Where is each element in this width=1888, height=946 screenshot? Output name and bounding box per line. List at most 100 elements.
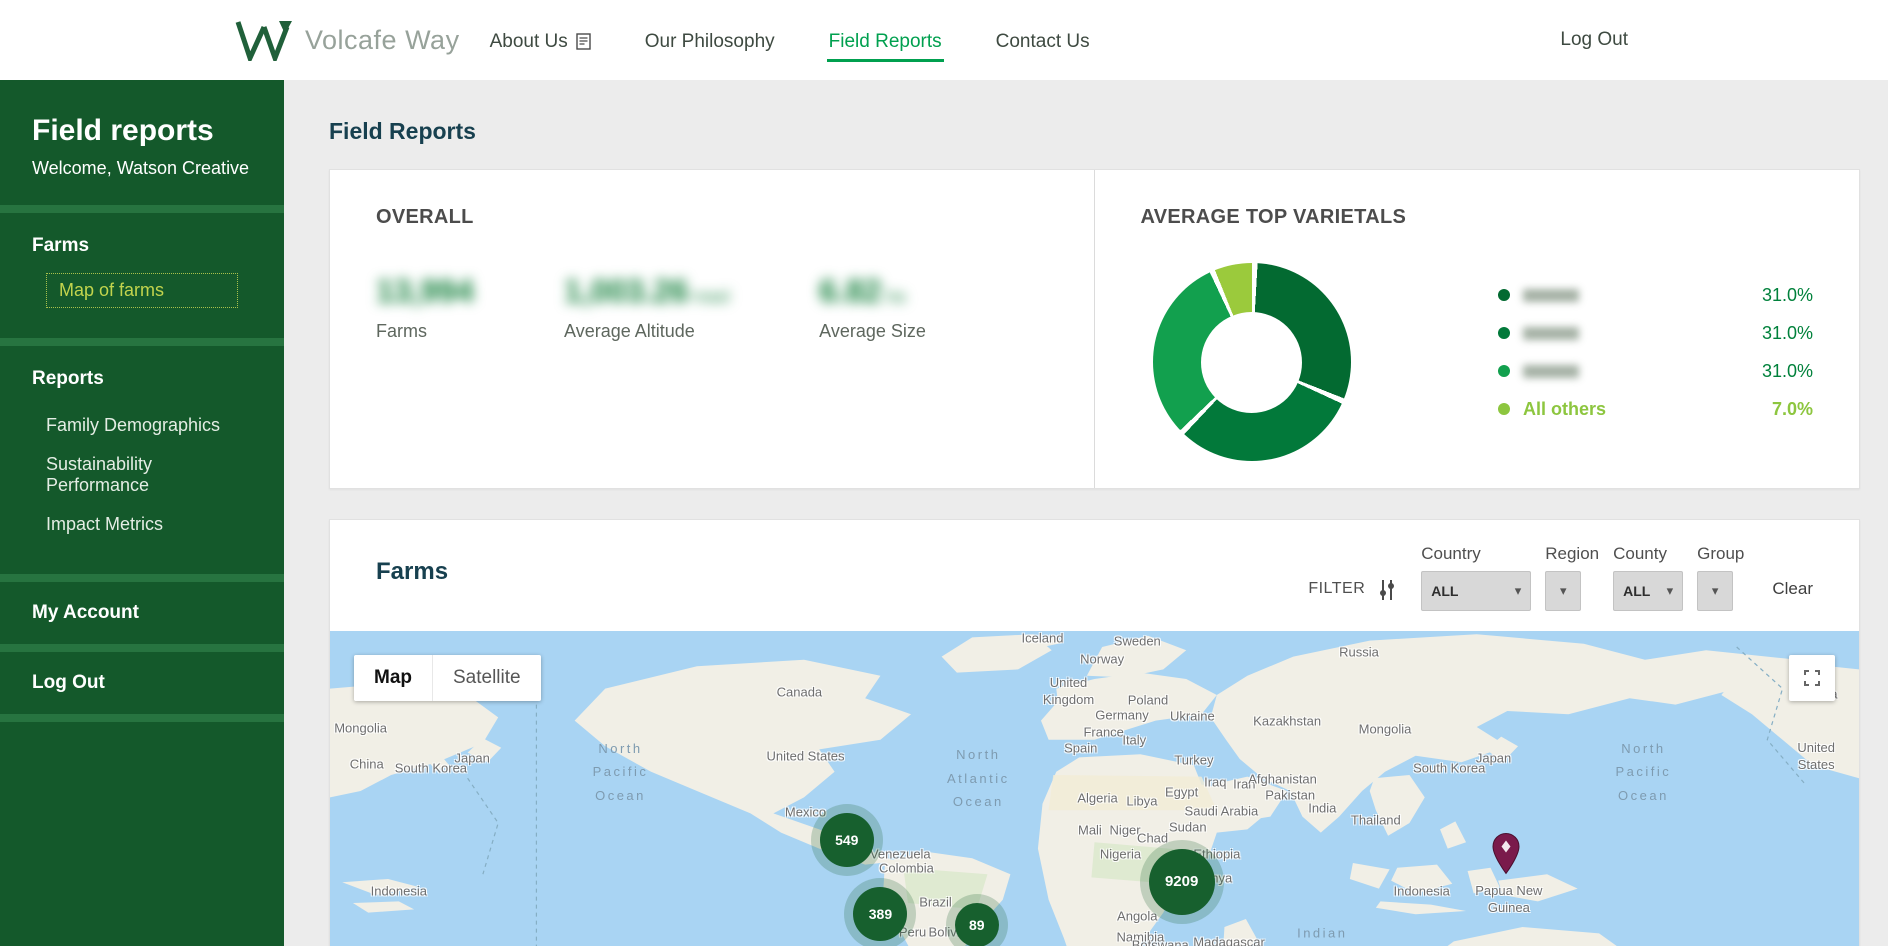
- filter-county: County ALL ▾: [1613, 544, 1683, 611]
- legend-row: 31.0%: [1498, 324, 1813, 342]
- world-map[interactable]: IcelandSwedenNorwayRussiaCanadaCanadaUni…: [330, 631, 1859, 946]
- fullscreen-button[interactable]: [1789, 655, 1835, 701]
- filter-region: Region ▾: [1545, 544, 1599, 611]
- map-cluster-marker[interactable]: 9209: [1149, 849, 1215, 915]
- filter-group-label: Group: [1697, 544, 1744, 564]
- varietals-panel: AVERAGE TOP VARIETALS 31.0% 31.0%: [1095, 170, 1860, 488]
- filter-group: Group ▾: [1697, 544, 1744, 611]
- legend-dot-icon: [1498, 327, 1510, 339]
- sidebar-divider: [0, 714, 284, 722]
- sidebar-title: Field reports: [0, 80, 284, 158]
- sidebar-spacer: [0, 544, 284, 574]
- map-pin-marker[interactable]: [1491, 832, 1521, 879]
- varietals-donut-chart: [1153, 263, 1351, 461]
- group-select[interactable]: ▾: [1697, 571, 1733, 611]
- filter-county-label: County: [1613, 544, 1683, 564]
- nav-about-us-label: About Us: [490, 31, 568, 53]
- map-filters: FILTER Country ALL ▾ Region: [1308, 544, 1813, 611]
- sidebar-divider: [0, 644, 284, 652]
- map-type-map-button[interactable]: Map: [354, 655, 432, 701]
- chevron-down-icon: ▾: [1515, 583, 1522, 599]
- legend-dot-icon: [1498, 365, 1510, 377]
- stat-average-size-label: Average Size: [819, 321, 926, 342]
- filter-sliders-icon: [1377, 579, 1397, 601]
- filter-country-label: Country: [1421, 544, 1531, 564]
- top-navigation-bar: Volcafe Way About Us Our Philosophy Fiel…: [0, 0, 1888, 80]
- filter-region-label: Region: [1545, 544, 1599, 564]
- overview-card: OVERALL 13,994 Farms 1,003.26masl Averag…: [329, 169, 1860, 489]
- legend-row: 31.0%: [1498, 362, 1813, 380]
- brand-logo[interactable]: Volcafe Way: [235, 19, 460, 61]
- chevron-down-icon: ▾: [1667, 583, 1674, 599]
- legend-dot-icon: [1498, 289, 1510, 301]
- map-type-control: Map Satellite: [354, 655, 541, 701]
- about-us-doc-icon: [576, 33, 591, 50]
- nav-field-reports[interactable]: Field Reports: [827, 23, 944, 62]
- legend-dot-icon: [1498, 403, 1510, 415]
- legend-label: [1523, 289, 1579, 302]
- fullscreen-icon: [1802, 668, 1822, 688]
- sidebar-item-map-of-farms[interactable]: Map of farms: [46, 273, 238, 308]
- stat-average-altitude: 1,003.26masl Average Altitude: [564, 275, 819, 342]
- sidebar: Field reports Welcome, Watson Creative F…: [0, 80, 284, 946]
- sidebar-item-impact-metrics[interactable]: Impact Metrics: [0, 505, 284, 544]
- main-nav: About Us Our Philosophy Field Reports Co…: [488, 0, 1092, 80]
- sidebar-item-log-out[interactable]: Log Out: [0, 652, 284, 714]
- legend-percent: 31.0%: [1762, 323, 1813, 344]
- country-select-value: ALL: [1431, 583, 1458, 599]
- sidebar-section-farms: Farms: [0, 213, 284, 273]
- legend-label: All others: [1523, 399, 1606, 420]
- filter-country: Country ALL ▾: [1421, 544, 1531, 611]
- legend-label: [1523, 365, 1579, 378]
- stat-average-size-value-redacted: 6.82ha: [819, 275, 926, 307]
- map-type-satellite-button[interactable]: Satellite: [432, 655, 541, 701]
- volcafe-logo-icon: [235, 19, 293, 61]
- overall-heading: OVERALL: [376, 206, 1048, 229]
- sidebar-divider: [0, 205, 284, 213]
- sidebar-item-sustainability-performance[interactable]: Sustainability Performance: [0, 445, 284, 505]
- stat-average-altitude-value-redacted: 1,003.26masl: [564, 275, 819, 307]
- sidebar-divider: [0, 338, 284, 346]
- map-cluster-marker[interactable]: 89: [955, 903, 999, 946]
- map-cluster-marker[interactable]: 389: [853, 887, 907, 941]
- legend-percent: 31.0%: [1762, 285, 1813, 306]
- sidebar-divider: [0, 574, 284, 582]
- county-select-value: ALL: [1623, 583, 1650, 599]
- nav-about-us[interactable]: About Us: [488, 23, 593, 62]
- clear-filters-link[interactable]: Clear: [1772, 579, 1813, 599]
- legend-row: All others 7.0%: [1498, 400, 1813, 418]
- location-pin-icon: [1491, 832, 1521, 874]
- stat-farms: 13,994 Farms: [376, 275, 564, 342]
- county-select[interactable]: ALL ▾: [1613, 571, 1683, 611]
- filter-label: FILTER: [1308, 580, 1365, 598]
- sidebar-section-reports: Reports: [0, 346, 284, 406]
- legend-percent: 7.0%: [1772, 399, 1813, 420]
- farms-card-header: Farms FILTER Country ALL ▾: [330, 520, 1859, 631]
- brand-name: Volcafe Way: [305, 25, 460, 56]
- sidebar-item-family-demographics[interactable]: Family Demographics: [0, 406, 284, 445]
- legend-percent: 31.0%: [1762, 361, 1813, 382]
- farms-map-card: Farms FILTER Country ALL ▾: [329, 519, 1860, 946]
- stat-farms-value-redacted: 13,994: [376, 275, 564, 307]
- varietals-legend: 31.0% 31.0% 31.0%: [1498, 286, 1813, 438]
- country-select[interactable]: ALL ▾: [1421, 571, 1531, 611]
- sidebar-item-my-account[interactable]: My Account: [0, 582, 284, 644]
- chevron-down-icon: ▾: [1712, 583, 1719, 599]
- legend-label: [1523, 327, 1579, 340]
- stat-average-altitude-label: Average Altitude: [564, 321, 819, 342]
- welcome-text: Welcome, Watson Creative: [0, 158, 284, 205]
- main-content: Field Reports OVERALL 13,994 Farms 1,003…: [284, 80, 1888, 946]
- overall-panel: OVERALL 13,994 Farms 1,003.26masl Averag…: [330, 170, 1095, 488]
- nav-contact-us[interactable]: Contact Us: [994, 23, 1092, 62]
- region-select[interactable]: ▾: [1545, 571, 1581, 611]
- map-cluster-marker[interactable]: 549: [820, 813, 874, 867]
- nav-our-philosophy[interactable]: Our Philosophy: [643, 23, 777, 62]
- varietals-heading: AVERAGE TOP VARIETALS: [1141, 206, 1814, 229]
- logout-link[interactable]: Log Out: [1560, 29, 1628, 51]
- chevron-down-icon: ▾: [1560, 583, 1567, 599]
- map-landmass: [330, 631, 1859, 946]
- farms-title: Farms: [376, 558, 448, 586]
- stat-average-size: 6.82ha Average Size: [819, 275, 926, 342]
- stat-farms-label: Farms: [376, 321, 564, 342]
- overall-stats: 13,994 Farms 1,003.26masl Average Altitu…: [376, 275, 1048, 342]
